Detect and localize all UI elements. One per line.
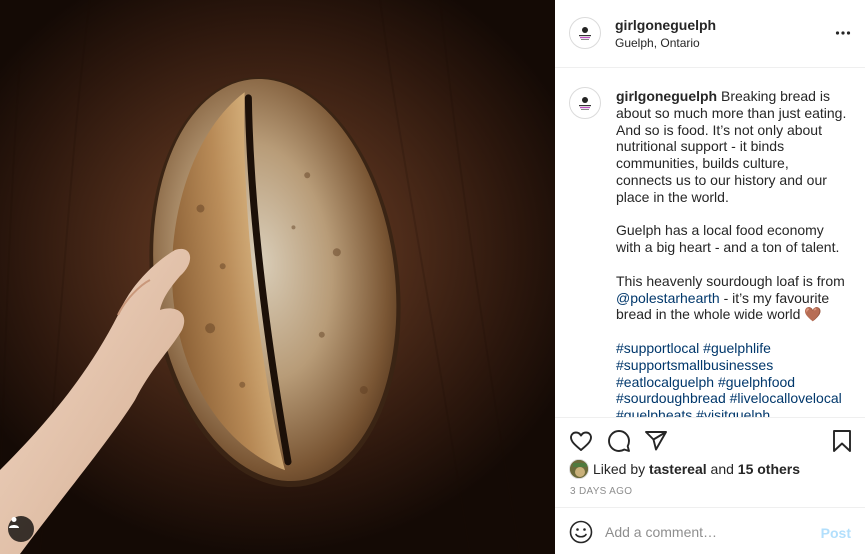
post-location[interactable]: Guelph, Ontario — [615, 36, 700, 50]
comment-button[interactable] — [607, 429, 631, 453]
more-icon — [835, 31, 851, 35]
save-button[interactable] — [830, 429, 854, 453]
likes-middle: and — [706, 461, 738, 477]
post-actions: Liked by tastereal and 15 others 3 DAYS … — [555, 417, 865, 507]
post-caption: girlgoneguelph Breaking bread is about s… — [616, 88, 848, 417]
post-timestamp[interactable]: 3 DAYS AGO — [570, 486, 632, 497]
post-detail-panel: girlgoneguelph Guelph, Ontario girlgoneg… — [555, 0, 865, 554]
share-icon — [645, 431, 667, 451]
bookmark-icon — [833, 430, 851, 452]
heart-icon — [570, 431, 592, 451]
caption-username[interactable]: girlgoneguelph — [616, 88, 717, 104]
post-author-username[interactable]: girlgoneguelph — [615, 17, 716, 33]
add-comment-bar: Post — [555, 507, 865, 554]
liker-avatar-image — [570, 460, 588, 478]
avatar[interactable] — [569, 17, 601, 49]
brand-logo-icon — [579, 97, 591, 110]
likes-summary: Liked by tastereal and 15 others — [569, 458, 800, 480]
comments-area[interactable]: girlgoneguelph Breaking bread is about s… — [555, 68, 865, 417]
liker-avatar[interactable] — [569, 459, 589, 479]
caption-text: Breaking bread is about so much more tha… — [616, 88, 847, 289]
hashtags[interactable]: #supportlocal #guelphlife #supportsmallb… — [616, 340, 846, 417]
share-button[interactable] — [644, 429, 668, 453]
post-comment-button[interactable]: Post — [821, 525, 851, 541]
like-button[interactable] — [569, 429, 593, 453]
post-photo[interactable] — [0, 0, 555, 554]
comment-icon — [608, 430, 630, 452]
likes-prefix: Liked by — [593, 461, 650, 477]
tag-user-button[interactable] — [8, 516, 34, 542]
mention-link[interactable]: @polestarhearth — [616, 290, 720, 306]
emoji-button[interactable] — [569, 520, 593, 544]
more-options-button[interactable] — [835, 24, 851, 42]
post-header: girlgoneguelph Guelph, Ontario — [555, 0, 865, 68]
emoji-icon — [569, 520, 593, 544]
sourdough-loaf-image — [0, 0, 521, 554]
brand-logo-icon — [579, 27, 591, 40]
caption-avatar[interactable] — [569, 87, 601, 119]
likes-others-link[interactable]: 15 others — [738, 461, 800, 477]
comment-input[interactable] — [605, 520, 805, 544]
liker-username[interactable]: tastereal — [649, 461, 707, 477]
user-tag-icon — [9, 517, 19, 528]
